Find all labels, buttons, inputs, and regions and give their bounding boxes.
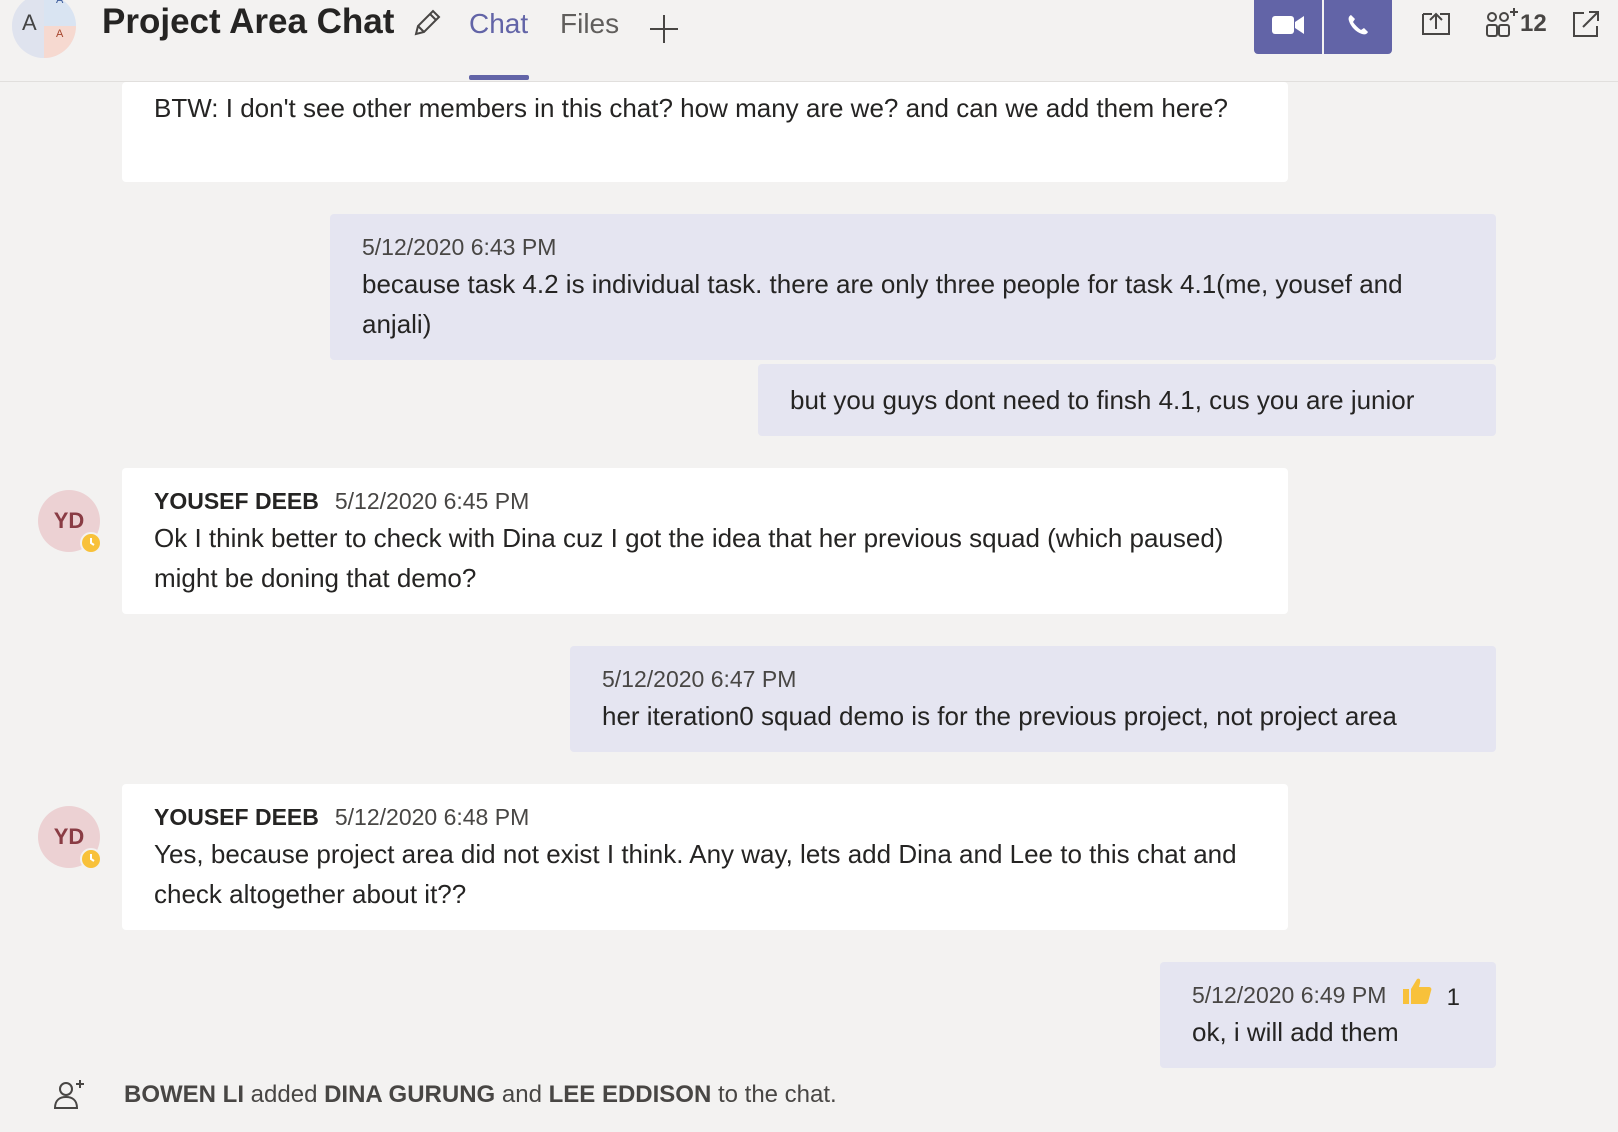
popout-icon[interactable] xyxy=(1570,8,1602,45)
add-person-icon xyxy=(52,1078,86,1117)
event-member[interactable]: LEE EDDISON xyxy=(549,1081,712,1108)
message-author: YOUSEF DEEB xyxy=(154,804,319,830)
message-timestamp: 5/12/2020 6:43 PM xyxy=(362,234,557,260)
message-text: because task 4.2 is individual task. the… xyxy=(362,269,1403,339)
event-conj: and xyxy=(501,1081,542,1108)
message-timestamp: 5/12/2020 6:45 PM xyxy=(334,488,530,514)
share-screen-icon[interactable] xyxy=(1420,8,1452,45)
participant-count[interactable]: 12 xyxy=(1520,10,1547,38)
away-status-icon xyxy=(80,848,102,870)
away-status-icon xyxy=(80,532,102,554)
reaction-count: 1 xyxy=(1446,983,1460,1011)
avatar-letter: A xyxy=(22,10,37,35)
message-timestamp: 5/12/2020 6:47 PM xyxy=(602,666,797,692)
tab-files[interactable]: Files xyxy=(560,8,619,40)
tab-chat[interactable]: Chat xyxy=(469,8,528,40)
event-member[interactable]: DINA GURUNG xyxy=(324,1081,495,1108)
audio-call-icon xyxy=(1346,13,1370,42)
avatar-letter: A xyxy=(56,28,64,40)
avatar-initials: YD xyxy=(53,824,85,849)
audio-call-button[interactable] xyxy=(1324,0,1392,54)
event-suffix: to the chat. xyxy=(717,1081,837,1108)
message-text: Ok I think better to check with Dina cuz… xyxy=(154,523,1224,593)
event-verb: added xyxy=(250,1081,318,1108)
video-call-icon xyxy=(1271,14,1305,41)
add-tab-icon[interactable] xyxy=(647,6,681,56)
message-text: but you guys dont need to finsh 4.1, cus… xyxy=(790,385,1415,415)
reaction[interactable]: 1 xyxy=(1401,976,1460,1019)
system-event: BOWEN LI added DINA GURUNG and LEE EDDIS… xyxy=(124,1081,837,1109)
video-call-button[interactable] xyxy=(1254,0,1322,54)
message-text: Yes, because project area did not exist … xyxy=(154,839,1237,909)
active-tab-indicator xyxy=(469,75,529,80)
message-author: YOUSEF DEEB xyxy=(154,488,319,514)
message-text: BTW: I don't see other members in this c… xyxy=(154,93,1228,123)
avatar-initials: YD xyxy=(53,508,85,533)
chat-header: A A A Project Area Chat Chat Files 12 xyxy=(0,0,1618,82)
edit-icon[interactable] xyxy=(410,4,442,40)
group-avatar[interactable]: A A A xyxy=(12,0,76,58)
message-timestamp: 5/12/2020 6:48 PM xyxy=(334,804,530,830)
people-icon[interactable] xyxy=(1484,8,1520,45)
chat-message[interactable]: but you guys dont need to finsh 4.1, cus… xyxy=(758,364,1496,436)
chat-title: Project Area Chat xyxy=(102,2,395,41)
event-actor[interactable]: BOWEN LI xyxy=(124,1081,244,1108)
avatar-letter: A xyxy=(56,0,64,6)
thumbs-up-icon xyxy=(1401,976,1433,1019)
chat-message[interactable]: YOUSEF DEEB 5/12/2020 6:48 PM Yes, becaus… xyxy=(122,784,1288,930)
chat-message[interactable]: 5/12/2020 6:49 PM ok, i will add them 1 xyxy=(1160,962,1496,1068)
message-text: her iteration0 squad demo is for the pre… xyxy=(602,701,1397,731)
chat-message[interactable]: BTW: I don't see other members in this c… xyxy=(122,82,1288,182)
chat-message[interactable]: 5/12/2020 6:47 PM her iteration0 squad d… xyxy=(570,646,1496,752)
chat-message[interactable]: YOUSEF DEEB 5/12/2020 6:45 PM Ok I think … xyxy=(122,468,1288,614)
chat-message[interactable]: 5/12/2020 6:43 PM because task 4.2 is in… xyxy=(330,214,1496,360)
